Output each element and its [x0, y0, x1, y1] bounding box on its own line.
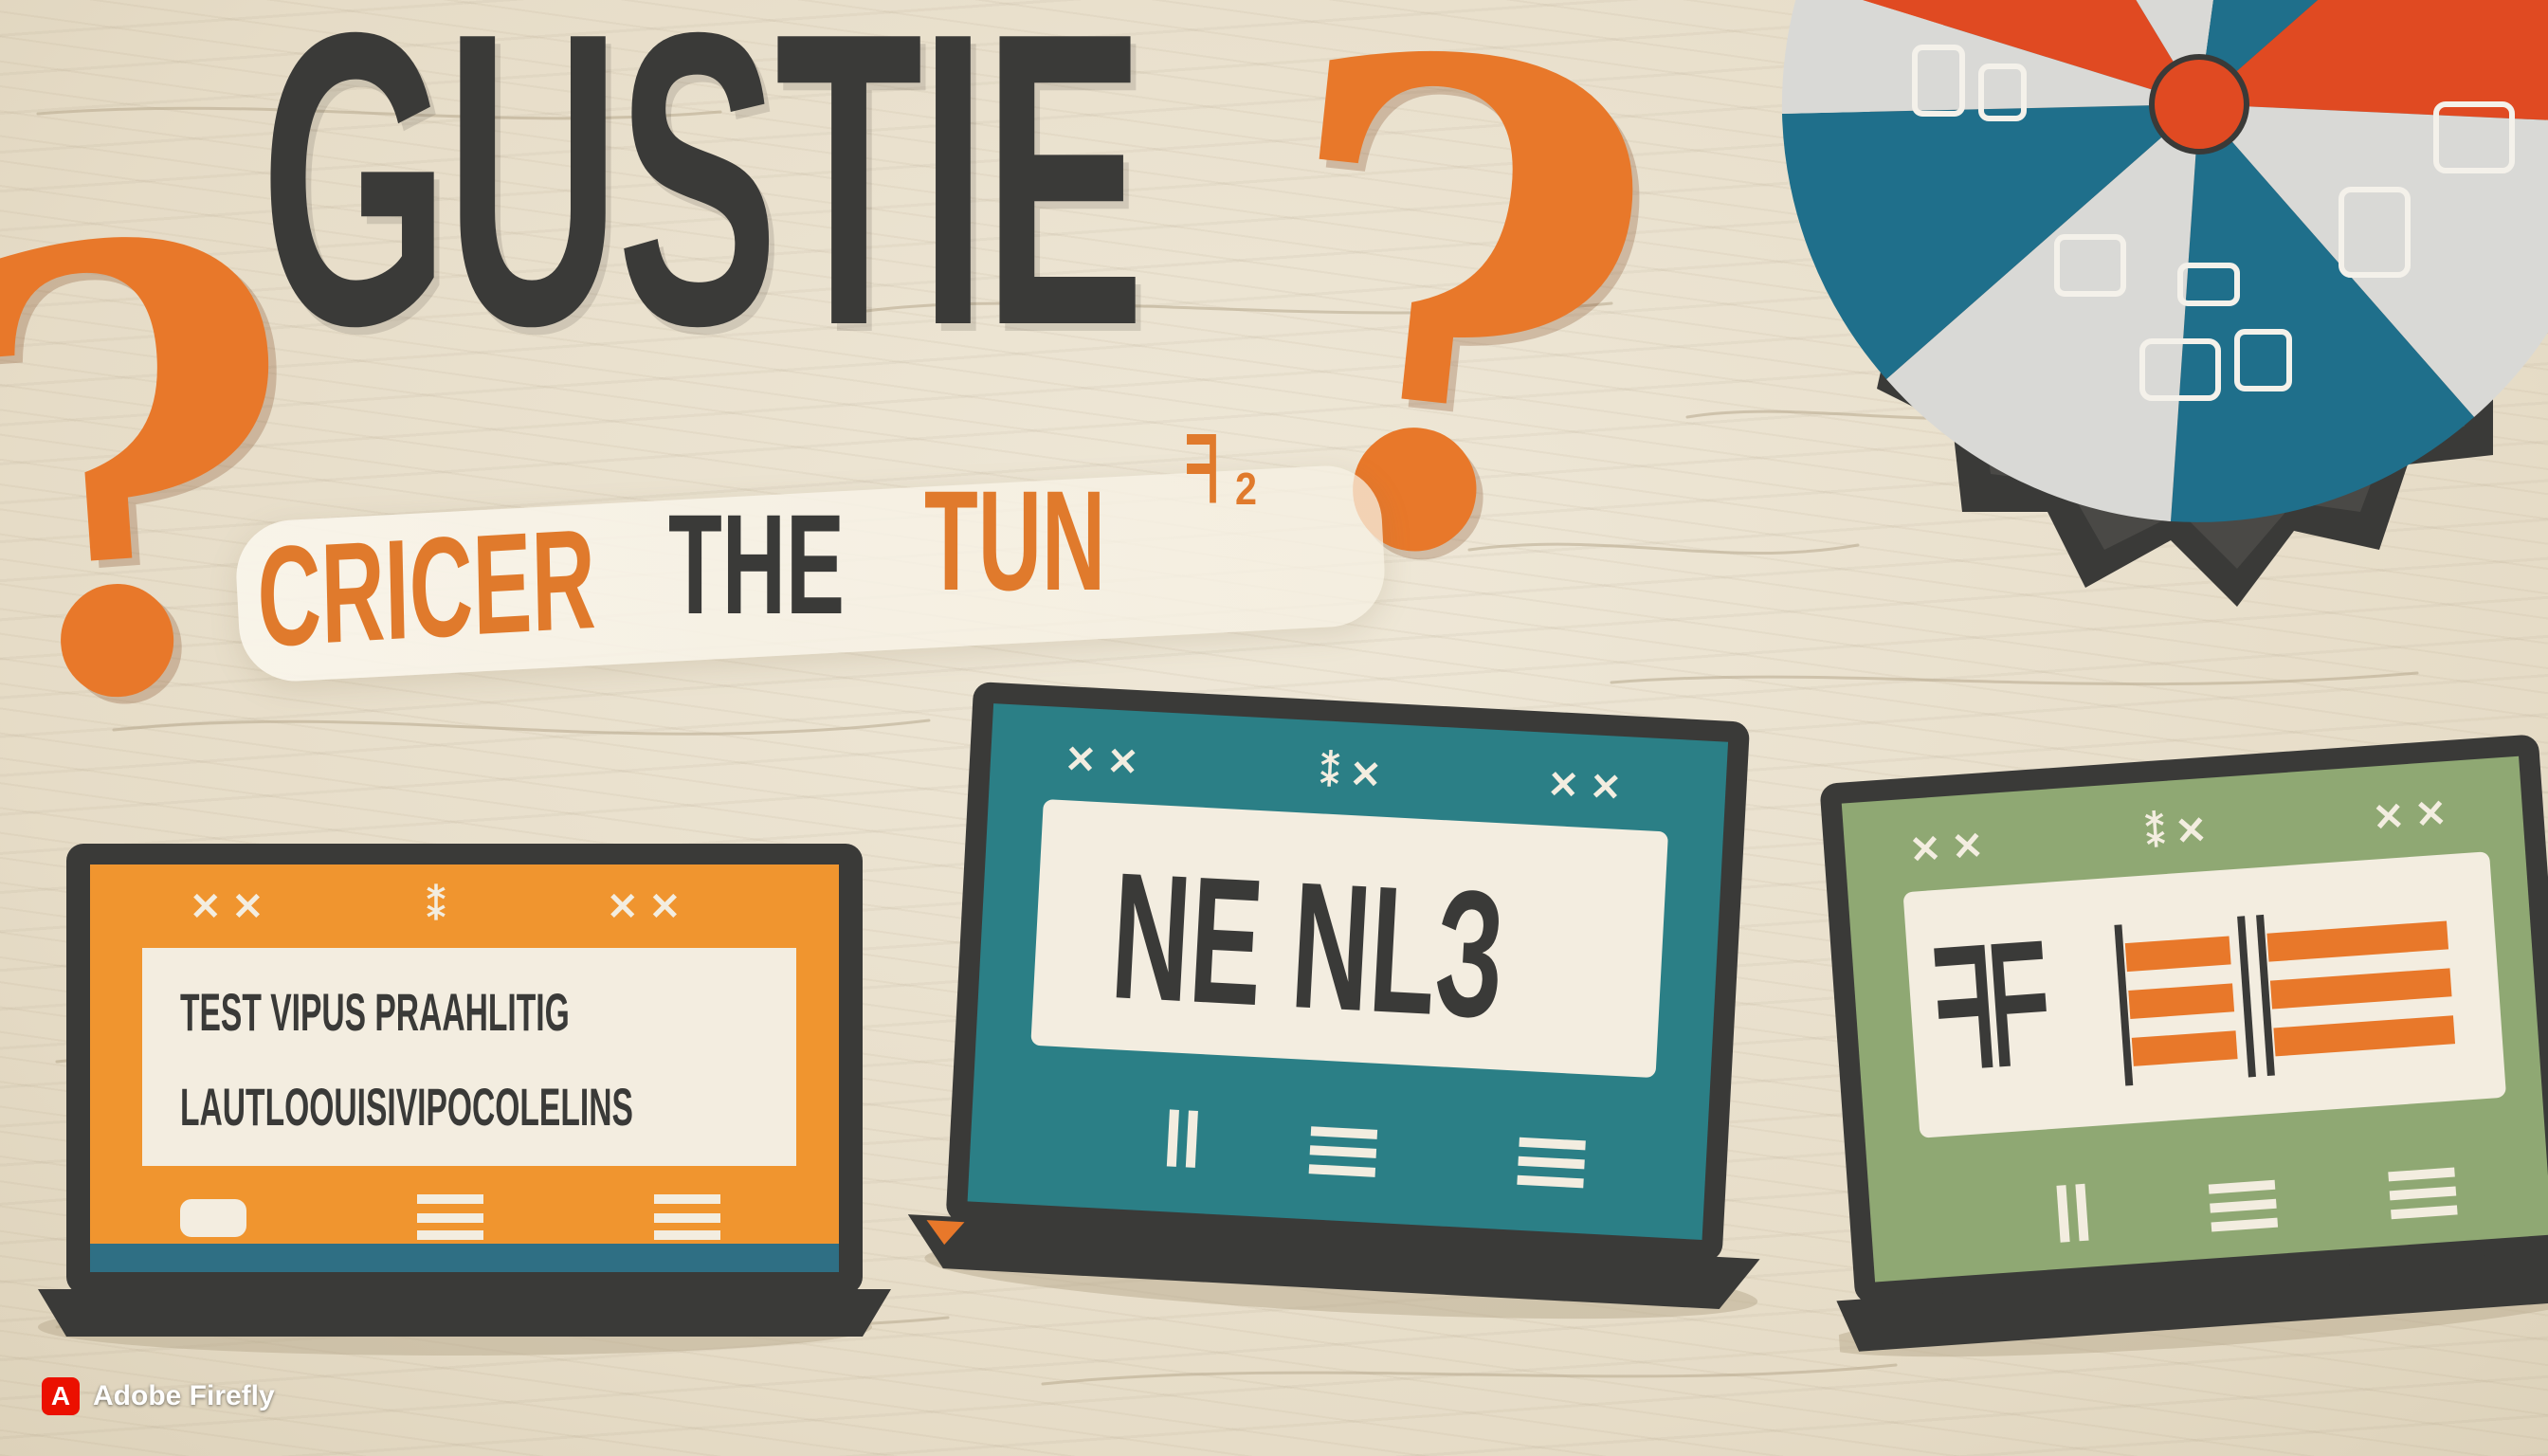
svg-text:✕ ✕: ✕ ✕ [1546, 764, 1622, 810]
adobe-logo-icon: A [42, 1377, 80, 1415]
svg-text:✕ ✕: ✕ ✕ [2372, 792, 2448, 839]
svg-text:✕ ✕: ✕ ✕ [1064, 738, 1139, 784]
laptop-green-body: ✕ ✕ ⁑ ✕ ✕ ✕ [1820, 735, 2548, 1357]
laptop-green-blocks [2124, 920, 2456, 1066]
prize-wheel [1781, 0, 2548, 607]
svg-text:✕ ✕: ✕ ✕ [190, 886, 264, 928]
laptop-orange: ✕ ✕ ⁑ ✕ ✕ TEST VIPUS PRAAHLITIG LAUTLOOU… [38, 834, 891, 1365]
laptop-green-text: ᖷᖴ [1928, 916, 2056, 1104]
svg-text:✕ ✕: ✕ ✕ [607, 886, 681, 928]
svg-text:⁑ ✕: ⁑ ✕ [2144, 807, 2209, 855]
headline-title: GUSTIE [261, 0, 1145, 412]
subtitle-word-1: CRICER [255, 498, 597, 677]
laptop-green: ✕ ✕ ⁑ ✕ ✕ ✕ ᖷᖴ [1800, 723, 2548, 1381]
laptop-teal: ✕ ✕ ⁑ ✕ ✕ ✕ NE NLЗ [903, 670, 1788, 1339]
laptop-teal-text: NE NLЗ [1106, 835, 1509, 1057]
laptop-orange-text-line-2: LAUTLOOUISIVIPOCOLELINS [180, 1077, 633, 1137]
subtitle-word-3: TUN [924, 461, 1106, 620]
svg-text:✕ ✕: ✕ ✕ [1908, 825, 1985, 871]
laptop-orange-text-line-1: TEST VIPUS PRAAHLITIG [180, 982, 570, 1042]
svg-text:⁑: ⁑ [427, 883, 446, 928]
adobe-firefly-watermark: A Adobe Firefly [42, 1377, 275, 1415]
subtitle-word-2: THE [668, 484, 845, 644]
subtitle-glyph: ᖷ ₂ [1185, 421, 1259, 521]
watermark-text: Adobe Firefly [93, 1380, 275, 1411]
wheel-hub [2149, 54, 2249, 155]
svg-text:⁑ ✕: ⁑ ✕ [1320, 749, 1383, 796]
